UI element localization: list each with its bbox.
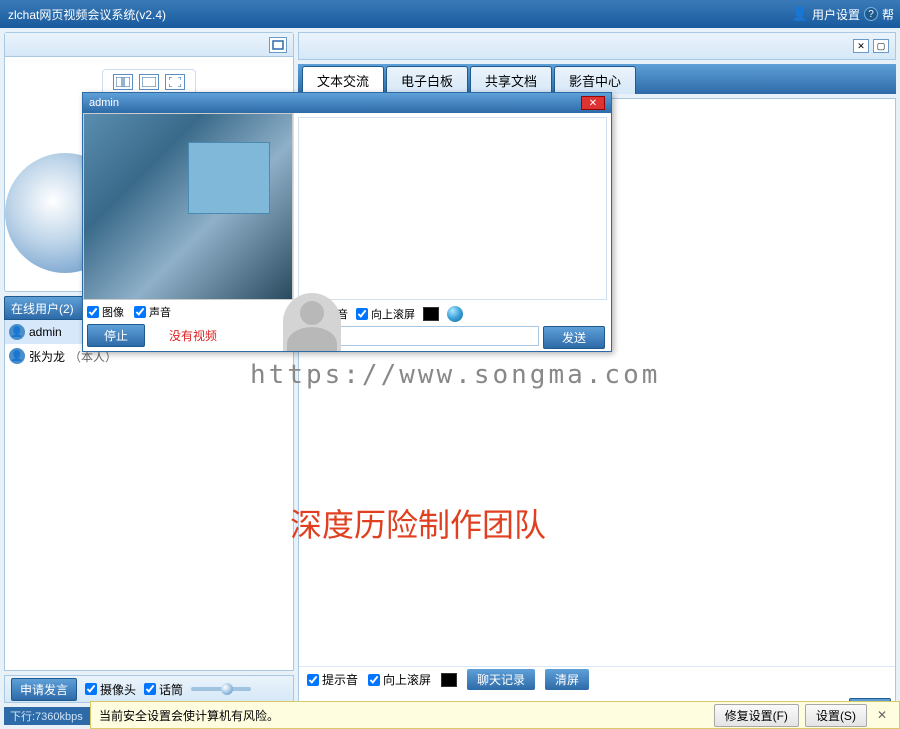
maximize-icon[interactable]: [269, 37, 287, 53]
user-icon: 👤: [792, 6, 808, 22]
tone-checkbox[interactable]: 提示音: [307, 671, 358, 688]
security-msg: 当前安全设置会使计算机有风险。: [99, 707, 279, 724]
tab-row: 文本交流 电子白板 共享文档 影音中心: [298, 64, 896, 94]
color-swatch[interactable]: [441, 673, 457, 687]
clear-button[interactable]: 清屏: [545, 669, 589, 690]
scroll-checkbox[interactable]: 向上滚屏: [356, 306, 415, 322]
settings-button[interactable]: 设置(S): [805, 704, 867, 727]
sound-checkbox[interactable]: 声音: [134, 304, 171, 320]
globe-icon[interactable]: [447, 306, 463, 322]
chat-toolbar: 提示音 向上滚屏 聊天记录 清屏: [299, 666, 895, 692]
tab-media-center[interactable]: 影音中心: [554, 66, 636, 94]
stop-button[interactable]: 停止: [87, 324, 145, 347]
video-feed: [83, 113, 293, 300]
chat-history-button[interactable]: 聊天记录: [467, 669, 535, 690]
view-toolbar: [5, 33, 293, 57]
app-title: zlchat网页视频会议系统(v2.4): [8, 6, 166, 23]
user-name: admin: [29, 325, 62, 339]
volume-slider[interactable]: [191, 687, 251, 691]
help-icon[interactable]: ?: [864, 7, 878, 21]
red-overlay-text: 深度历险制作团队: [290, 500, 546, 546]
image-checkbox[interactable]: 图像: [87, 304, 124, 320]
scroll-checkbox[interactable]: 向上滚屏: [368, 671, 431, 688]
maximize-icon[interactable]: ▢: [873, 39, 889, 53]
fullscreen-icon[interactable]: [165, 74, 185, 90]
help-link[interactable]: 帮: [882, 6, 894, 23]
right-top-bar: ✕ ▢: [298, 32, 896, 60]
slider-handle-icon[interactable]: [221, 683, 233, 695]
mini-send-button[interactable]: 发送: [543, 326, 605, 349]
video-chat-window: admin ✕ 图像 声音 停止 没有视频 提示音 向上滚屏: [82, 92, 612, 352]
color-swatch[interactable]: [423, 307, 439, 321]
titlebar-right: 👤 用户设置 ? 帮: [792, 6, 894, 23]
titlebar: zlchat网页视频会议系统(v2.4) 👤 用户设置 ? 帮: [0, 0, 900, 28]
mic-checkbox[interactable]: 话筒: [144, 681, 183, 698]
online-users-panel: 在线用户(2) 👤 admin ⟲ ⟲ 👤 张为龙 （本人）: [4, 296, 294, 671]
close-icon[interactable]: ✕: [853, 39, 869, 53]
video-window-title[interactable]: admin ✕: [83, 93, 611, 113]
watermark-text: https://www.songma.com: [250, 360, 660, 390]
single-view-icon[interactable]: [139, 74, 159, 90]
close-icon[interactable]: ✕: [873, 708, 891, 722]
camera-checkbox[interactable]: 摄像头: [85, 681, 136, 698]
avatar-icon: 👤: [9, 348, 25, 364]
no-video-label: 没有视频: [169, 327, 217, 344]
request-speak-button[interactable]: 申请发言: [11, 678, 77, 701]
user-name: 张为龙: [29, 348, 65, 365]
security-warning-bar: 当前安全设置会使计算机有风险。 修复设置(F) 设置(S) ✕: [90, 701, 900, 729]
close-icon[interactable]: ✕: [581, 96, 605, 110]
mini-chat-area: [298, 117, 607, 300]
split-view-icon[interactable]: [113, 74, 133, 90]
tab-share-doc[interactable]: 共享文档: [470, 66, 552, 94]
avatar-icon: 👤: [9, 324, 25, 340]
tab-whiteboard[interactable]: 电子白板: [386, 66, 468, 94]
user-settings-link[interactable]: 用户设置: [812, 6, 860, 23]
tab-text-chat[interactable]: 文本交流: [302, 66, 384, 94]
left-bottom-bar: 申请发言 摄像头 话筒: [4, 675, 294, 703]
avatar-silhouette-icon: [283, 293, 341, 351]
fix-settings-button[interactable]: 修复设置(F): [714, 704, 799, 727]
video-title-text: admin: [89, 97, 119, 109]
